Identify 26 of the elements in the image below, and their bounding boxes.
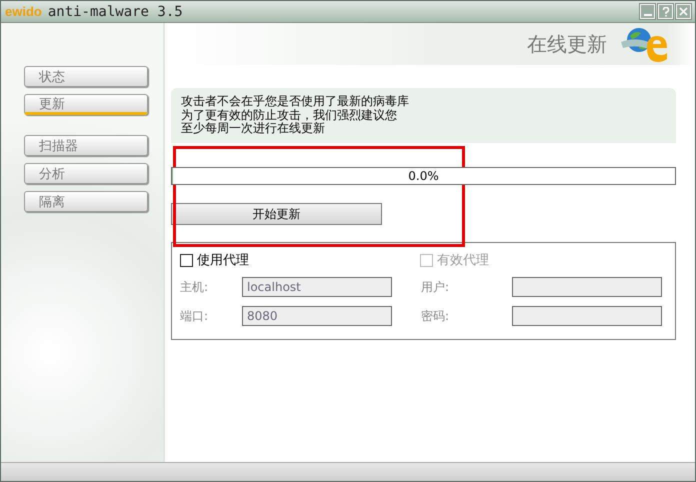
checkbox[interactable]: [180, 254, 193, 266]
checkbox-label: 有效代理: [437, 252, 489, 269]
field-label: 密码:: [421, 308, 450, 324]
minimize-button[interactable]: [640, 4, 655, 19]
minimize-icon: [644, 14, 652, 16]
window-title: anti-malware 3.5: [48, 4, 183, 20]
help-icon: [662, 6, 670, 16]
start-update-button[interactable]: 开始更新: [171, 203, 382, 225]
field-label: 端口:: [180, 308, 210, 324]
page-title: 在线更新: [527, 30, 607, 58]
help-button[interactable]: [658, 4, 673, 19]
info-text: 为了更有效的防止攻击，我们强烈建议您: [181, 108, 398, 122]
close-icon: [679, 7, 688, 16]
nav-button[interactable]: 隔离: [24, 191, 148, 212]
nav-button[interactable]: 分析: [24, 163, 148, 184]
progress-reading: 0.0%: [408, 169, 439, 183]
info-text: 至少每周一次进行在线更新: [181, 122, 326, 136]
nav-button[interactable]: 状态: [24, 66, 148, 87]
app-logo: ewido: [5, 4, 42, 19]
info-text: 攻击者不会在乎您是否使用了最新的病毒库: [181, 95, 410, 108]
field-label: 用户:: [421, 278, 450, 296]
nav-button[interactable]: 扫描器: [24, 135, 148, 156]
nav-button[interactable]: 更新: [24, 94, 148, 115]
checkbox-label: 使用代理: [197, 252, 249, 269]
close-button[interactable]: [676, 4, 691, 19]
field-label: 主机:: [180, 278, 210, 296]
